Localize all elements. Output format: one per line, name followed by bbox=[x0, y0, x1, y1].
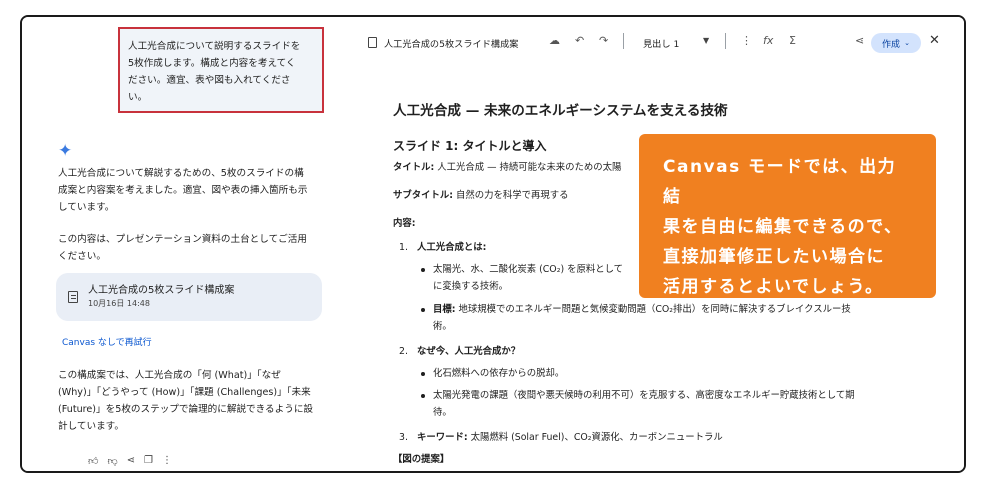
list-number: 2. bbox=[399, 346, 408, 357]
callout-line: 直接加筆修正したい場合に bbox=[663, 247, 885, 267]
label: キーワード: bbox=[417, 432, 468, 443]
list-item-2: 2. なぜ今、人工光合成か？ bbox=[399, 343, 520, 360]
gemini-sparkle-icon: ✦ bbox=[58, 141, 73, 161]
toolbar-divider bbox=[725, 33, 726, 49]
value: 太陽燃料 (Solar Fuel)、CO₂資源化、カーボンニュートラル bbox=[467, 432, 723, 443]
list-title: なぜ今、人工光合成か？ bbox=[417, 346, 521, 357]
prompt-line: い。 bbox=[128, 92, 148, 103]
callout-line: 果を自由に編集できるので、 bbox=[663, 217, 903, 237]
label: 目標: bbox=[433, 304, 456, 315]
heading-style-select[interactable]: 見出し 1 bbox=[643, 36, 679, 50]
doc-subtitle-line: サブタイトル: 自然の力を科学で再現する bbox=[393, 187, 568, 204]
bullet-line: 待。 bbox=[433, 407, 452, 418]
close-icon[interactable]: ✕ bbox=[929, 33, 940, 48]
bullet-line: 化石燃料への依存からの脱却。 bbox=[433, 368, 565, 379]
share-icon[interactable]: ⋖ bbox=[855, 34, 864, 47]
bullet-item: 目標: 地球規模でのエネルギー問題と気候変動問題（CO₂排出）を同時に解決するブ… bbox=[421, 301, 893, 335]
response-paragraph-2: この内容は、プレゼンテーション資料の土台としてご活用 ください。 bbox=[58, 231, 330, 265]
response-line: 計しています。 bbox=[58, 421, 124, 432]
chat-pane: 人工光合成について説明するスライドを 5枚作成します。構成と内容を考えてく ださ… bbox=[22, 17, 352, 471]
bullet-line: 目標: 地球規模でのエネルギー問題と気候変動問題（CO₂排出）を同時に解決するブ… bbox=[433, 301, 893, 318]
create-label: 作成 bbox=[882, 39, 901, 50]
redo-icon[interactable]: ↷ bbox=[599, 34, 608, 47]
list-item-1: 1. 人工光合成とは: bbox=[399, 239, 486, 256]
prompt-line: 人工光合成について説明するスライドを bbox=[128, 41, 301, 52]
create-button[interactable]: 作成 ⌄ bbox=[871, 33, 921, 53]
callout-line: Canvas モードでは、出力結 bbox=[663, 157, 897, 207]
callout-line: 活用するとよいでしょう。 bbox=[663, 277, 884, 297]
response-actions: 👍︎ 👎︎ ⋖ ❐ ⋮ bbox=[88, 455, 172, 467]
canvas-toolbar: 人工光合成の5枚スライド構成案 ☁ ↶ ↷ 見出し 1 ▼ ⋮ fx Σ ⋖ 作… bbox=[353, 17, 964, 65]
list-item-3: 3. キーワード: 太陽燃料 (Solar Fuel)、CO₂資源化、カーボンニュ… bbox=[399, 429, 723, 446]
figure-proposal-heading: 【図の提案】 bbox=[393, 454, 450, 465]
list-number: 1. bbox=[399, 242, 408, 253]
doc-title-line: タイトル: 人工光合成 — 持続可能な未来のための太陽 bbox=[393, 159, 621, 176]
more-vert-icon[interactable]: ⋮ bbox=[741, 34, 752, 47]
sigma-icon[interactable]: Σ bbox=[789, 34, 796, 47]
document-icon bbox=[368, 37, 377, 48]
response-paragraph-3: この構成案では、人工光合成の「何 (What)」「なぜ (Why)」「どうやって… bbox=[58, 367, 330, 435]
toolbar-divider bbox=[623, 33, 624, 49]
doc-heading-2: スライド 1: タイトルと導入 bbox=[393, 139, 547, 153]
bullet-item: 太陽光発電の課題（夜間や悪天候時の利用不可）を克服する、高密度なエネルギー貯蔵技… bbox=[421, 387, 893, 421]
canvas-doc-card[interactable]: 人工光合成の5枚スライド構成案 10月16日 14:48 bbox=[56, 273, 322, 321]
doc-content-label: 内容: bbox=[393, 218, 416, 229]
response-line: この構成案では、人工光合成の「何 (What)」「なぜ bbox=[58, 370, 281, 381]
doc-heading-1: 人工光合成 — 未来のエネルギーシステムを支える技術 bbox=[393, 103, 728, 119]
response-line: しています。 bbox=[58, 202, 115, 213]
bullet-line: 術。 bbox=[433, 321, 452, 332]
document-icon bbox=[68, 291, 78, 303]
response-line: (Why)」「どうやって (How)」「課題 (Challenges)」「未来 bbox=[58, 387, 311, 398]
response-line: (Future)」を5枚のステップで論理的に解説できるように設 bbox=[58, 404, 314, 415]
annotation-callout: Canvas モードでは、出力結 果を自由に編集できるので、 直接加筆修正したい… bbox=[639, 134, 936, 298]
response-line: この内容は、プレゼンテーション資料の土台としてご活用 bbox=[58, 234, 307, 245]
list-number: 3. bbox=[399, 432, 408, 443]
share-icon[interactable]: ⋖ bbox=[127, 455, 135, 467]
thumbs-down-icon[interactable]: 👎︎ bbox=[107, 455, 117, 467]
copy-icon[interactable]: ❐ bbox=[144, 455, 153, 467]
prompt-line: 5枚作成します。構成と内容を考えてく bbox=[128, 58, 296, 69]
cloud-saved-icon: ☁ bbox=[549, 34, 560, 47]
user-prompt-bubble: 人工光合成について説明するスライドを 5枚作成します。構成と内容を考えてく ださ… bbox=[118, 27, 324, 113]
value: 地球規模でのエネルギー問題と気候変動問題（CO₂排出）を同時に解決するブレイクス… bbox=[455, 304, 851, 315]
response-line: 成案と内容案を考えました。適宜、図や表の挿入箇所も示 bbox=[58, 185, 308, 196]
bullet-item: 化石燃料への依存からの脱却。 bbox=[421, 365, 893, 382]
bullet-line: 太陽光発電の課題（夜間や悪天候時の利用不可）を克服する、高密度なエネルギー貯蔵技… bbox=[433, 390, 855, 401]
label: サブタイトル: bbox=[393, 190, 453, 201]
list-title: 人工光合成とは: bbox=[417, 242, 487, 253]
canvas-doc-title: 人工光合成の5枚スライド構成案 bbox=[384, 39, 519, 50]
value: 自然の力を科学で再現する bbox=[453, 190, 569, 201]
function-icon[interactable]: fx bbox=[763, 34, 773, 47]
value: 人工光合成 — 持続可能な未来のための太陽 bbox=[434, 162, 622, 173]
prompt-line: ださい。適宜、表や図も入れてくださ bbox=[128, 75, 291, 86]
doc-card-title: 人工光合成の5枚スライド構成案 bbox=[88, 285, 235, 296]
response-paragraph-1: 人工光合成について解説するための、5枚のスライドの構 成案と内容案を考えました。… bbox=[58, 165, 330, 216]
more-options-icon[interactable]: ⋮ bbox=[162, 455, 172, 467]
chevron-down-icon: ⌄ bbox=[904, 39, 910, 47]
response-line: 人工光合成について解説するための、5枚のスライドの構 bbox=[58, 168, 304, 179]
retry-without-canvas-link[interactable]: Canvas なしで再試行 bbox=[62, 335, 152, 348]
thumbs-up-icon[interactable]: 👍︎ bbox=[88, 455, 98, 467]
response-line: ください。 bbox=[58, 251, 106, 262]
undo-icon[interactable]: ↶ bbox=[575, 34, 584, 47]
doc-card-date: 10月16日 14:48 bbox=[88, 299, 150, 308]
chevron-down-icon[interactable]: ▼ bbox=[703, 36, 709, 45]
label: タイトル: bbox=[393, 162, 435, 173]
